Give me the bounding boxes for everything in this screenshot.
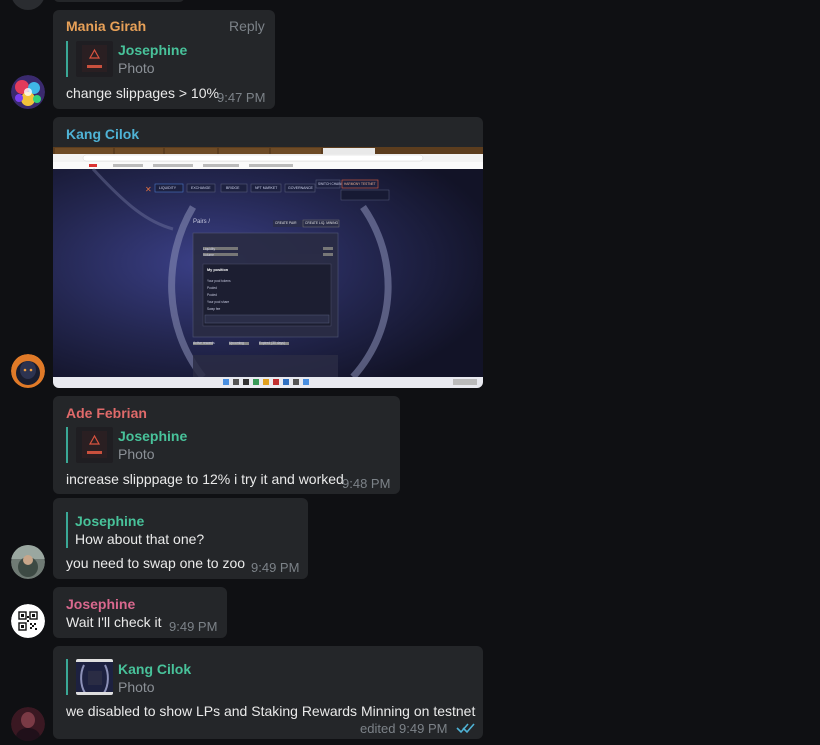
read-receipt-icon xyxy=(456,721,476,739)
screenshot-network-button: HARMONY TESTNET xyxy=(344,182,376,186)
screenshot-nav-governance: GOVERNANCE xyxy=(288,186,313,190)
quote-author[interactable]: Josephine xyxy=(118,428,187,444)
reply-button[interactable]: Reply xyxy=(229,18,265,34)
screenshot-wallet-button: SWITCH CHAIN xyxy=(318,182,342,186)
sender-name[interactable]: Mania Girah xyxy=(66,18,146,34)
message-bubble[interactable]: Josephine How about that one? you need t… xyxy=(53,498,308,579)
photo-thumbnail[interactable] xyxy=(76,659,113,695)
quote-media-label: Photo xyxy=(118,60,155,76)
screenshot-nav-liquidity: LIQUIDITY xyxy=(159,186,177,190)
screenshot-pairs-label: Pairs / xyxy=(193,219,211,225)
svg-text:✕: ✕ xyxy=(145,185,152,194)
screenshot-position-rows: Your pool tokens Pooled Pooled Your pool… xyxy=(207,278,277,313)
quote-text: How about that one? xyxy=(75,531,205,547)
message-text: we disabled to show LPs and Staking Rewa… xyxy=(66,703,476,719)
photo-thumbnail[interactable] xyxy=(76,41,113,77)
screenshot-tab-active: Active rewards xyxy=(193,341,215,345)
message-time: 9:49 PM xyxy=(169,619,218,634)
screenshot-create-lm: CREATE LIQ. MINING xyxy=(305,221,339,225)
quote-author[interactable]: Josephine xyxy=(118,42,187,58)
quote-media-label: Photo xyxy=(118,679,155,695)
quote-author[interactable]: Josephine xyxy=(75,513,144,529)
message-text: you need to swap one to zoo xyxy=(66,555,246,571)
screenshot-nav-nft: NFT MARKET xyxy=(255,186,278,190)
quote-bar xyxy=(66,41,68,77)
message-bubble[interactable]: Kang Cilok Photo we disabled to show LPs… xyxy=(53,646,483,739)
user-avatar[interactable] xyxy=(11,75,45,109)
sender-name[interactable]: Ade Febrian xyxy=(66,405,147,421)
screenshot-position-title: My position xyxy=(207,268,229,272)
screenshot-position-row: Pooled xyxy=(207,293,217,297)
message-bubble[interactable]: Josephine Wait I'll check it 9:49 PM xyxy=(53,587,227,638)
screenshot-nav: LIQUIDITY EXCHANGE BRIDGE NFT MARKET GOV… xyxy=(155,184,315,192)
message-time: 9:47 PM xyxy=(217,90,266,105)
user-avatar[interactable] xyxy=(11,545,45,579)
photo-thumbnail[interactable] xyxy=(76,427,113,463)
previous-message-bubble xyxy=(53,0,185,2)
screenshot-tab-expired: Expired (30 days) xyxy=(259,341,285,345)
screenshot-position-row: Swap fee xyxy=(207,307,221,311)
screenshot-create-pair: CREATE PAIR xyxy=(275,221,297,225)
message-text: change slippages > 10% xyxy=(66,85,219,101)
quote-bar xyxy=(66,427,68,463)
photo-attachment[interactable]: ✕ LIQUIDITY EXCHANGE BRIDGE NFT MARKET G… xyxy=(53,147,483,388)
screenshot-row-liquidity: Liquidity xyxy=(203,247,216,251)
message-time: edited 9:49 PM xyxy=(360,721,448,736)
message-text: increase slipppage to 12% i try it and w… xyxy=(66,471,344,487)
user-avatar[interactable] xyxy=(11,707,45,741)
quote-media-label: Photo xyxy=(118,446,155,462)
sender-name[interactable]: Josephine xyxy=(66,596,135,612)
screenshot-nav-exchange: EXCHANGE xyxy=(191,186,211,190)
message-time: 9:48 PM xyxy=(342,476,391,491)
message-bubble[interactable]: Mania Girah Reply Josephine Photo change… xyxy=(53,10,275,109)
user-avatar[interactable] xyxy=(11,604,45,638)
screenshot-nav-bridge: BRIDGE xyxy=(226,186,240,190)
quote-author[interactable]: Kang Cilok xyxy=(118,661,191,677)
screenshot-position-row: Your pool share xyxy=(207,300,230,304)
screenshot-tab-upcoming: Upcoming xyxy=(229,341,244,345)
quote-bar xyxy=(66,659,68,695)
user-avatar[interactable] xyxy=(11,0,45,10)
message-bubble[interactable]: Ade Febrian Josephine Photo increase sli… xyxy=(53,396,400,494)
message-time: 9:49 PM xyxy=(251,560,300,575)
sender-name[interactable]: Kang Cilok xyxy=(66,126,139,142)
user-avatar[interactable] xyxy=(11,354,45,388)
quote-bar xyxy=(66,512,68,548)
screenshot-position-row: Pooled xyxy=(207,286,217,290)
screenshot-row-volume: Volume xyxy=(203,253,214,257)
message-text: Wait I'll check it xyxy=(66,614,162,630)
screenshot-position-row: Your pool tokens xyxy=(207,279,231,283)
